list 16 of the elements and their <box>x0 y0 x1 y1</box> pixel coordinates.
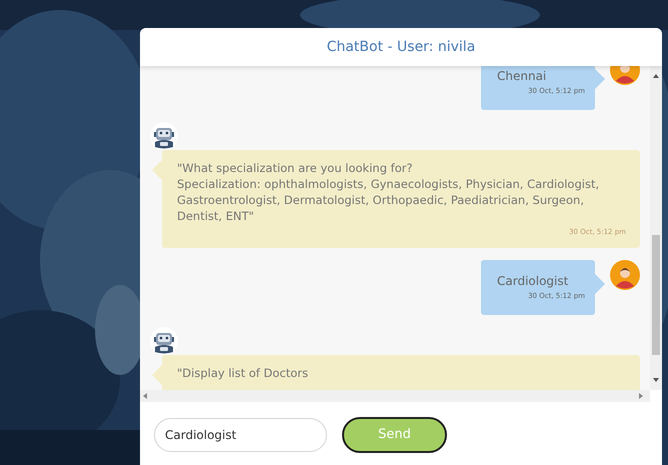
robot-avatar-icon <box>150 122 178 150</box>
scroll-left-arrow-icon[interactable] <box>143 393 147 399</box>
scroll-down-arrow-icon[interactable] <box>653 378 659 382</box>
vertical-scrollbar[interactable] <box>650 66 662 390</box>
robot-avatar-icon <box>150 326 178 354</box>
user-avatar-icon <box>610 260 640 290</box>
message-text: "Display list of Doctors <box>177 364 310 380</box>
horizontal-scrollbar[interactable] <box>140 390 650 402</box>
message-text: Chennai <box>497 68 548 85</box>
message-text: Cardiologist <box>497 272 570 290</box>
window-title: ChatBot - User: nivila <box>326 38 476 56</box>
message-text: "What specialization are you looking for? Specialization: ophthalmologists, Gynaecologists, Physician, Cardiologist, Gastroentrologist, Dermatologist, Orthopaedic, Paediatrician, Surgeon, Dentist, ENT" <box>177 160 600 224</box>
scroll-right-arrow-icon[interactable] <box>639 393 643 399</box>
message-input[interactable]: Cardiologist <box>154 418 327 452</box>
scroll-up-arrow-icon[interactable] <box>653 74 659 78</box>
scrollbar-thumb[interactable] <box>652 235 660 355</box>
